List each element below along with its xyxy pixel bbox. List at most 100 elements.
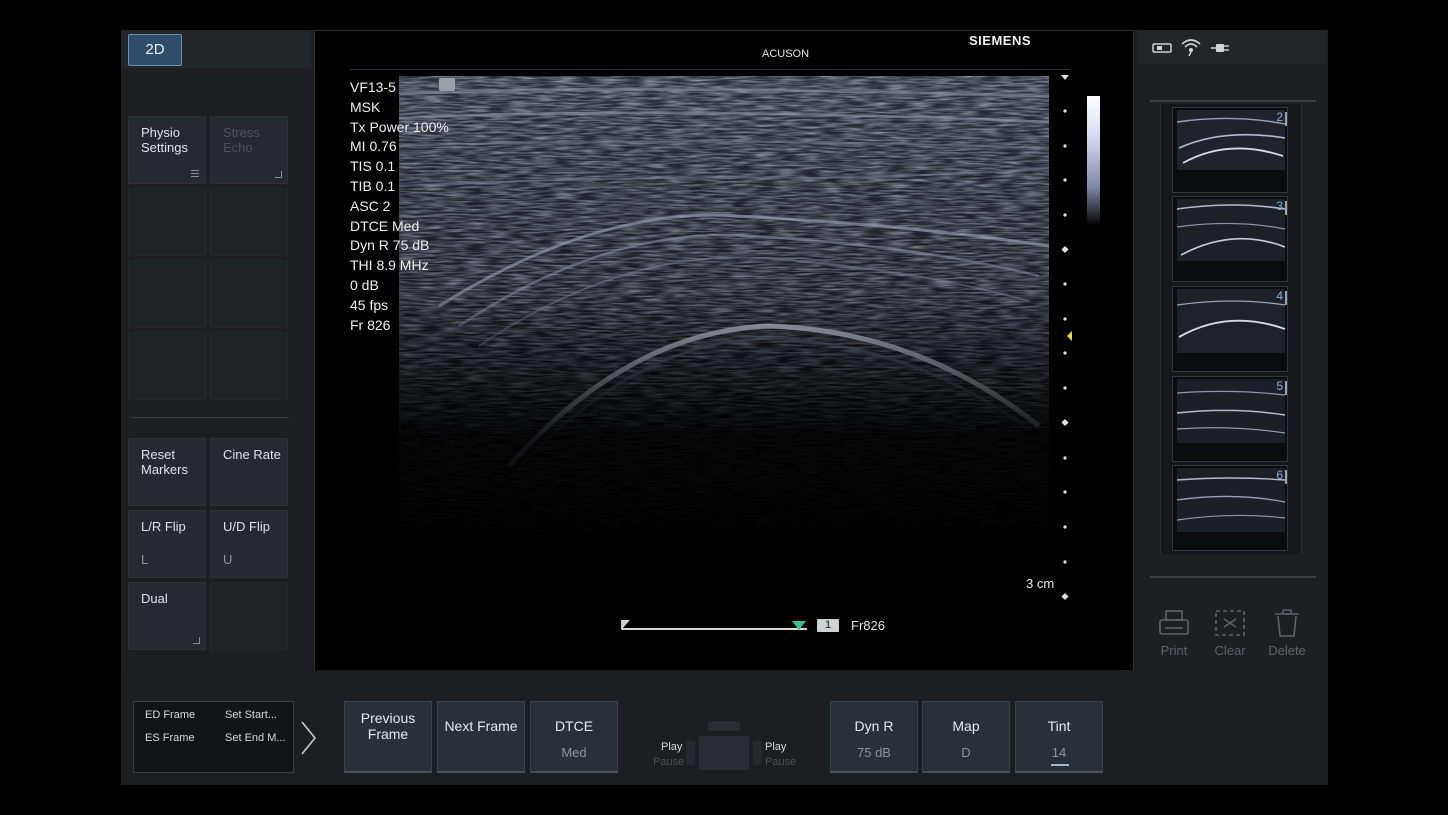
param-dtce: DTCE Med	[350, 217, 420, 234]
network-icon	[1181, 39, 1201, 56]
thumbnail-clip[interactable]: 3	[1172, 196, 1288, 282]
ud-flip-button[interactable]: U/D Flip U	[210, 510, 288, 578]
stress-echo-button[interactable]: Stress Echo	[210, 116, 288, 184]
reset-markers-label: Reset Markers	[141, 447, 188, 477]
param-frame: Fr 826	[350, 316, 391, 333]
image-top-line	[350, 69, 1070, 70]
previous-frame-label: Previous Frame	[360, 710, 416, 742]
param-asc: ASC 2	[350, 197, 391, 214]
physio-settings-button[interactable]: Physio Settings	[128, 116, 206, 184]
thumbnail-image	[1176, 199, 1286, 261]
es-frame-button[interactable]: ES Frame	[145, 732, 195, 744]
dtce-button[interactable]: DTCE Med	[530, 701, 618, 773]
divider	[131, 417, 289, 418]
joystick-right[interactable]	[753, 741, 762, 765]
param-dyn-range: Dyn R 75 dB	[350, 237, 430, 254]
acquisition-parameters: VF13-5 MSK Tx Power 100% MI 0.76 TIS 0.1…	[350, 78, 449, 335]
dual-button[interactable]: Dual	[128, 582, 206, 650]
thumbnail-image	[1176, 379, 1286, 443]
empty-slot	[210, 260, 288, 328]
clear-label: Clear	[1214, 643, 1246, 658]
clear-selection-icon	[1215, 610, 1245, 636]
param-tib: TIB 0.1	[350, 177, 396, 194]
delete-label: Delete	[1268, 643, 1306, 658]
reset-markers-button[interactable]: Reset Markers	[128, 438, 206, 506]
ud-flip-value: U	[223, 552, 233, 567]
play-left-label: Play	[661, 741, 683, 753]
clear-button[interactable]: Clear	[1204, 608, 1256, 660]
thumbnail-clip[interactable]: 2	[1172, 107, 1288, 193]
empty-slot	[210, 332, 288, 400]
mode-2d-button[interactable]: 2D	[128, 34, 182, 66]
thumbnail-clip[interactable]: 4	[1172, 286, 1288, 372]
delete-button[interactable]: Delete	[1261, 608, 1313, 660]
trash-icon	[1275, 609, 1299, 637]
lr-flip-button[interactable]: L/R Flip L	[128, 510, 206, 578]
grayscale-bar	[1087, 96, 1100, 226]
empty-slot	[128, 332, 206, 400]
ultrasound-scan-image[interactable]	[399, 76, 1049, 556]
cine-end-marker[interactable]	[792, 621, 806, 630]
dyn-range-button[interactable]: Dyn R 75 dB	[830, 701, 918, 773]
param-preset: MSK	[350, 98, 381, 115]
play-pause-joystick[interactable]	[699, 736, 749, 770]
param-gain: 0 dB	[350, 276, 379, 293]
tint-button[interactable]: Tint 14	[1015, 701, 1103, 773]
thumbnail-scroll-tick	[1285, 112, 1287, 126]
tint-label: Tint	[1047, 718, 1071, 734]
previous-frame-button[interactable]: Previous Frame	[344, 701, 432, 773]
ecg-frame-controls: ED Frame Set Start... ES Frame Set End M…	[133, 701, 294, 773]
thumbnail-strip-bottom	[1150, 576, 1316, 578]
dual-label: Dual	[141, 591, 168, 606]
param-fps: 45 fps	[350, 296, 389, 313]
thumbnail-strip-top	[1150, 100, 1316, 102]
thumbnail-scroll-tick	[1285, 201, 1287, 215]
cine-rate-label: Cine Rate	[223, 447, 281, 462]
cine-rate-button[interactable]: Cine Rate	[210, 438, 288, 506]
param-mi: MI 0.76	[350, 138, 397, 155]
set-end-button[interactable]: Set End M...	[225, 732, 286, 744]
param-probe: VF13-5	[350, 79, 396, 95]
thumbnail-image	[1176, 468, 1286, 532]
thumbnail-number: 5	[1276, 379, 1283, 393]
empty-slot	[128, 260, 206, 328]
cine-clip-badge: 1	[817, 619, 839, 632]
depth-scale	[1061, 75, 1072, 601]
next-frame-button[interactable]: Next Frame	[437, 701, 525, 773]
lr-flip-value: L	[141, 552, 149, 567]
dyn-range-value: 75 dB	[857, 745, 891, 760]
power-plug-icon	[1211, 44, 1229, 52]
dtce-label: DTCE	[554, 718, 594, 734]
joystick-left[interactable]	[686, 741, 695, 765]
dyn-range-label: Dyn R	[854, 718, 894, 734]
thumbnail-image	[1176, 289, 1286, 353]
frame-readout: Fr826	[851, 618, 885, 633]
pause-left-label: Pause	[653, 756, 685, 768]
joystick-up[interactable]	[708, 721, 740, 731]
ed-frame-button[interactable]: ED Frame	[145, 709, 195, 721]
pause-right-label: Pause	[765, 756, 797, 768]
print-label: Print	[1160, 643, 1188, 658]
map-label: Map	[952, 718, 980, 734]
set-start-button[interactable]: Set Start...	[225, 709, 277, 721]
thumbnail-number: 3	[1276, 199, 1283, 213]
print-button[interactable]: Print	[1148, 608, 1200, 660]
brand-logo: SIEMENS	[969, 33, 1032, 48]
play-right-label: Play	[765, 741, 787, 753]
chevron-right-icon[interactable]	[300, 720, 316, 756]
brand-sub-label: ACUSON	[762, 48, 810, 60]
tint-underline	[1051, 764, 1069, 766]
thumbnail-clip[interactable]: 5	[1172, 376, 1288, 462]
printer-icon	[1159, 610, 1189, 635]
tint-value: 14	[1051, 745, 1067, 760]
map-button[interactable]: Map D	[922, 701, 1010, 773]
ud-flip-label: U/D Flip	[223, 519, 270, 534]
thumbnail-clip[interactable]: 6	[1172, 465, 1288, 551]
menu-lines-icon	[191, 170, 199, 177]
thumbnail-number: 4	[1276, 289, 1283, 303]
thumbnail-image	[1176, 110, 1286, 170]
thumbnail-number: 2	[1276, 110, 1283, 124]
cine-timeline-bar[interactable]	[622, 628, 807, 630]
stress-echo-label: Stress Echo	[223, 125, 260, 155]
depth-label: 3 cm	[1026, 576, 1055, 591]
